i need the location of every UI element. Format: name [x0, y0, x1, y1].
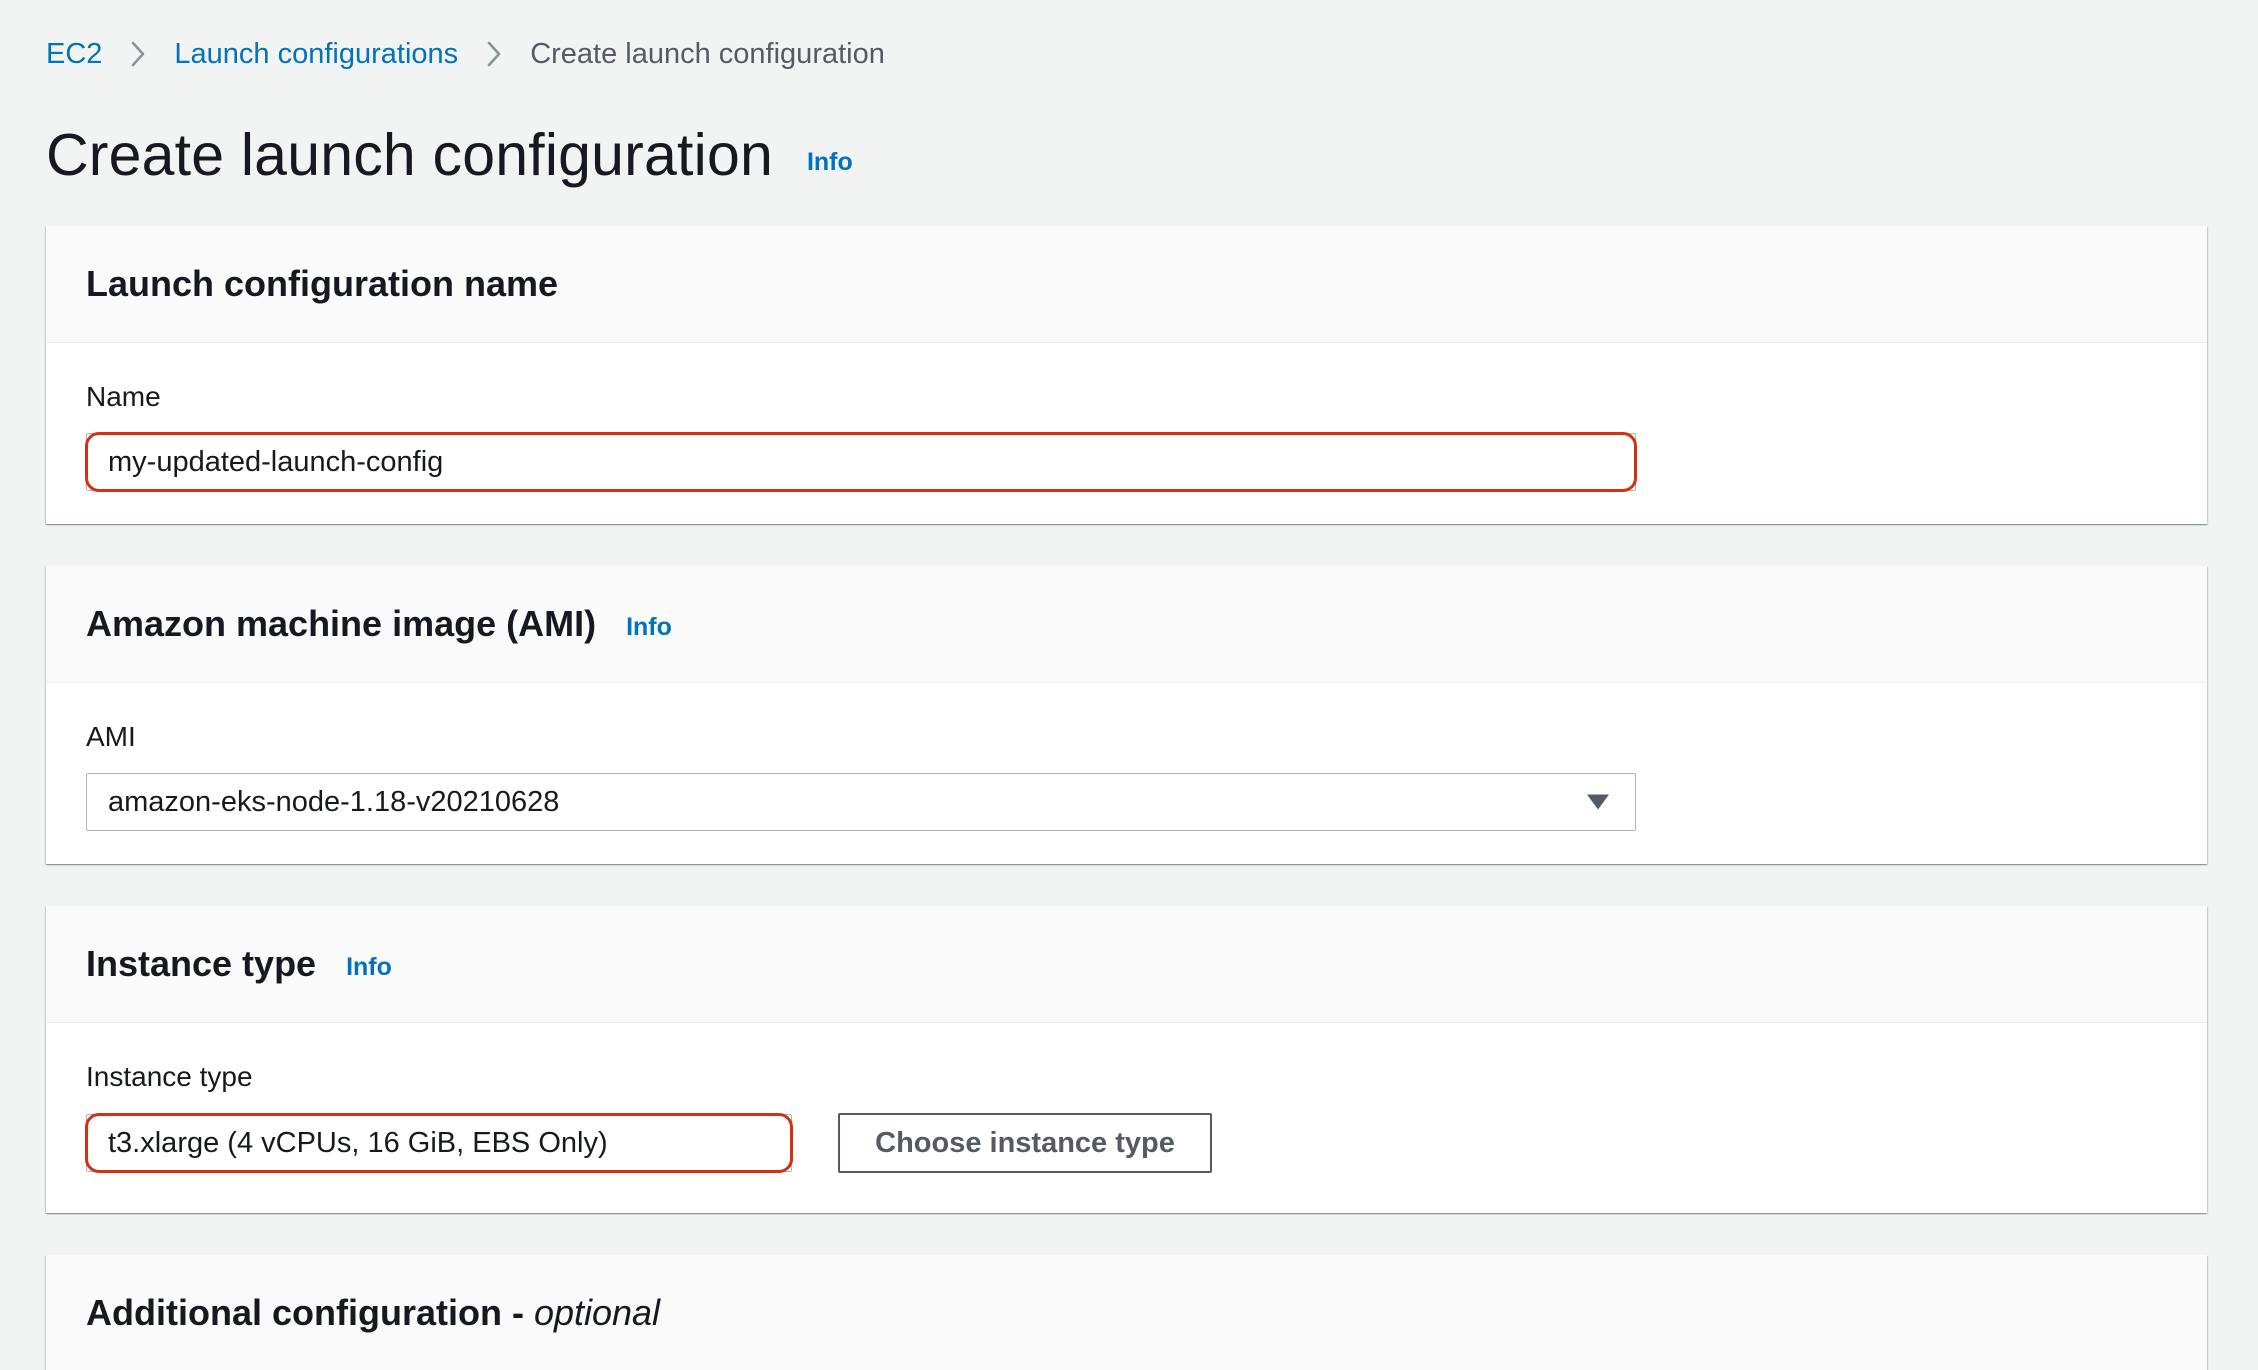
ami-select-value: amazon-eks-node-1.18-v20210628: [108, 785, 560, 818]
panel-title: Amazon machine image (AMI): [86, 603, 597, 644]
panel-body: AMI amazon-eks-node-1.18-v20210628: [46, 683, 2207, 831]
panel-body: Instance type t3.xlarge (4 vCPUs, 16 GiB…: [46, 1023, 2207, 1173]
choose-instance-type-button[interactable]: Choose instance type: [838, 1113, 1212, 1173]
breadcrumb-ec2[interactable]: EC2: [46, 38, 102, 71]
page-info-link[interactable]: Info: [807, 148, 853, 177]
ami-select[interactable]: amazon-eks-node-1.18-v20210628: [86, 773, 1636, 831]
instance-type-info-link[interactable]: Info: [346, 953, 392, 982]
page-title: Create launch configuration: [46, 122, 773, 188]
breadcrumb-launch-configurations[interactable]: Launch configurations: [174, 38, 458, 71]
ami-info-link[interactable]: Info: [626, 613, 672, 642]
panel-header: Amazon machine image (AMI) Info: [46, 566, 2207, 683]
launch-config-name-panel: Launch configuration name Name my-update…: [46, 226, 2207, 524]
name-input-value: my-updated-launch-config: [108, 445, 444, 478]
page-header: Create launch configuration Info: [46, 118, 853, 192]
chevron-right-icon: [130, 40, 146, 68]
instance-type-input[interactable]: t3.xlarge (4 vCPUs, 16 GiB, EBS Only): [85, 1113, 793, 1173]
page: EC2 Launch configurations Create launch …: [0, 0, 2258, 1370]
caret-down-icon: [1587, 794, 1609, 810]
panel-title: Launch configuration name: [86, 263, 559, 304]
instance-type-value: t3.xlarge (4 vCPUs, 16 GiB, EBS Only): [108, 1126, 608, 1159]
breadcrumb-current: Create launch configuration: [530, 37, 885, 70]
panel-header: Instance type Info: [46, 906, 2207, 1023]
chevron-right-icon: [486, 40, 502, 68]
panel-header[interactable]: Additional configuration - optional: [46, 1255, 2207, 1370]
additional-configuration-panel: Additional configuration - optional: [46, 1255, 2207, 1370]
name-field-label: Name: [86, 381, 161, 412]
ami-panel: Amazon machine image (AMI) Info AMI amaz…: [46, 566, 2207, 864]
breadcrumb: EC2 Launch configurations Create launch …: [46, 34, 885, 74]
panel-body: Name my-updated-launch-config: [46, 343, 2207, 492]
name-input[interactable]: my-updated-launch-config: [85, 432, 1637, 492]
panel-title: Additional configuration - optional: [86, 1292, 660, 1334]
ami-field-label: AMI: [86, 721, 136, 752]
optional-label: optional: [533, 1292, 661, 1333]
panel-title: Instance type: [86, 943, 317, 984]
instance-type-row: t3.xlarge (4 vCPUs, 16 GiB, EBS Only) Ch…: [85, 1113, 2167, 1173]
instance-type-field-label: Instance type: [86, 1061, 253, 1092]
panel-header: Launch configuration name: [46, 226, 2207, 343]
instance-type-panel: Instance type Info Instance type t3.xlar…: [46, 906, 2207, 1213]
additional-title-text: Additional configuration -: [86, 1292, 534, 1333]
